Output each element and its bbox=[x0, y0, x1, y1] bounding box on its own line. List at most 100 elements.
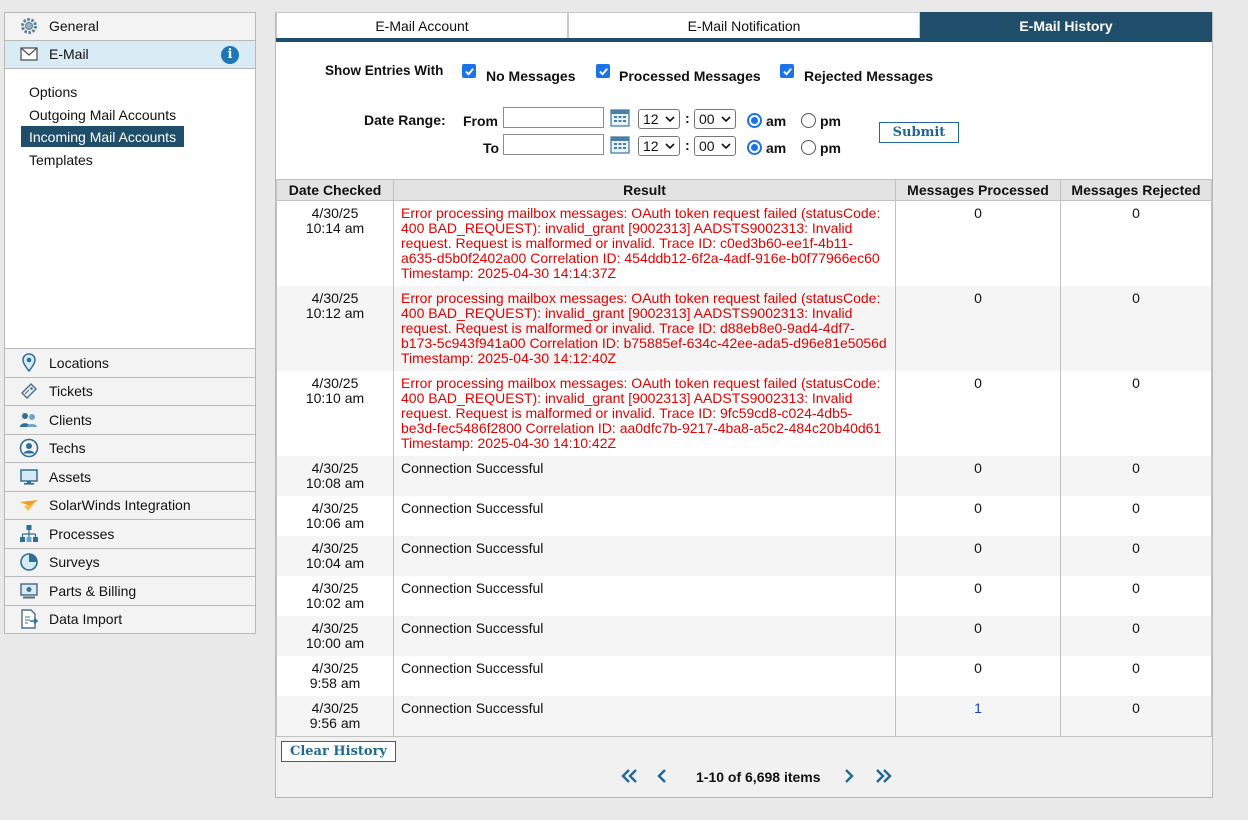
clear-history-button[interactable]: Clear History bbox=[281, 741, 396, 762]
tab-email-notification[interactable]: E-Mail Notification bbox=[568, 12, 920, 38]
show-entries-label: Show Entries With bbox=[325, 63, 444, 78]
messages-processed-value: 0 bbox=[974, 289, 982, 306]
messages-processed-value: 0 bbox=[974, 374, 982, 391]
time-value: 10:06 am bbox=[305, 514, 365, 531]
clients-icon bbox=[19, 410, 39, 430]
sidebar-item-surveys[interactable]: Surveys bbox=[4, 548, 256, 577]
sidebar-item-tickets[interactable]: Tickets bbox=[4, 377, 256, 406]
last-page-icon[interactable] bbox=[875, 768, 893, 784]
tab-email-history[interactable]: E-Mail History bbox=[920, 12, 1212, 38]
sidebar-item-label: Processes bbox=[49, 525, 115, 542]
submit-button[interactable]: Submit bbox=[879, 122, 959, 143]
messages-processed-value: 0 bbox=[974, 659, 982, 676]
to-hour-value: 12 bbox=[643, 138, 659, 154]
sidebar-item-data-import[interactable]: Data Import bbox=[4, 605, 256, 634]
processed-messages-checkbox[interactable] bbox=[596, 64, 610, 78]
to-date-input[interactable] bbox=[503, 134, 604, 155]
submenu-outgoing-mail-accounts[interactable]: Outgoing Mail Accounts bbox=[21, 104, 184, 125]
sidebar-item-solarwinds-integration[interactable]: SolarWinds Integration bbox=[4, 491, 256, 520]
from-date-input[interactable] bbox=[503, 107, 604, 128]
to-minute-value: 00 bbox=[699, 138, 715, 154]
sidebar-item-label: Locations bbox=[49, 354, 109, 371]
info-icon[interactable]: i bbox=[221, 45, 239, 64]
messages-rejected-cell: 0 bbox=[1060, 535, 1212, 576]
from-label: From bbox=[463, 113, 498, 129]
submenu-incoming-mail-accounts[interactable]: Incoming Mail Accounts bbox=[21, 126, 185, 147]
first-page-icon[interactable] bbox=[620, 768, 638, 784]
date-checked-cell: 4/30/25 10:08 am bbox=[276, 455, 394, 496]
column-header-date-checked[interactable]: Date Checked bbox=[276, 179, 394, 201]
from-pm-radio[interactable] bbox=[801, 113, 816, 128]
calendar-icon[interactable] bbox=[610, 134, 630, 154]
result-cell: Connection Successful bbox=[393, 695, 896, 736]
chevron-down-icon bbox=[721, 143, 731, 150]
no-messages-checkbox[interactable] bbox=[462, 64, 476, 78]
calendar-icon[interactable] bbox=[610, 107, 630, 127]
from-am-radio[interactable] bbox=[747, 113, 762, 128]
to-hour-select[interactable]: 12 bbox=[638, 136, 680, 156]
to-am-label: am bbox=[766, 140, 787, 156]
sidebar-item-general[interactable]: General bbox=[4, 12, 256, 41]
to-am-radio[interactable] bbox=[747, 140, 762, 155]
table-row: 4/30/25 10:06 am Connection Successful 0 0 bbox=[276, 495, 1212, 536]
gear-icon bbox=[19, 16, 39, 36]
messages-processed-cell: 0 bbox=[895, 285, 1061, 371]
solarwinds-icon bbox=[19, 495, 39, 515]
to-pm-label: pm bbox=[820, 140, 841, 156]
messages-processed-value[interactable]: 1 bbox=[974, 700, 982, 716]
result-cell: Connection Successful bbox=[393, 535, 896, 576]
sidebar-item-email[interactable]: E-Mail i bbox=[4, 40, 256, 69]
sidebar-item-techs[interactable]: Techs bbox=[4, 434, 256, 463]
location-pin-icon bbox=[19, 352, 39, 373]
from-hour-select[interactable]: 12 bbox=[638, 109, 680, 129]
processes-icon bbox=[19, 524, 39, 544]
envelope-icon bbox=[19, 44, 39, 64]
sidebar-item-locations[interactable]: Locations bbox=[4, 349, 256, 378]
billing-icon bbox=[19, 581, 39, 601]
messages-rejected-cell: 0 bbox=[1060, 695, 1212, 736]
table-row: 4/30/25 9:58 am Connection Successful 0 0 bbox=[276, 655, 1212, 696]
tab-email-account[interactable]: E-Mail Account bbox=[276, 12, 568, 38]
import-icon bbox=[19, 609, 39, 629]
result-cell: Connection Successful bbox=[393, 575, 896, 616]
column-header-messages-rejected[interactable]: Messages Rejected bbox=[1060, 179, 1212, 201]
no-messages-label: No Messages bbox=[486, 68, 576, 84]
previous-page-icon[interactable] bbox=[656, 768, 668, 784]
sidebar-item-label: Surveys bbox=[49, 554, 100, 571]
email-history-panel: E-Mail Account E-Mail Notification E-Mai… bbox=[275, 12, 1213, 798]
sidebar-item-processes[interactable]: Processes bbox=[4, 520, 256, 549]
sidebar-item-label: Data Import bbox=[49, 611, 123, 628]
date-checked-cell: 4/30/25 10:12 am bbox=[276, 285, 394, 371]
to-pm-radio[interactable] bbox=[801, 140, 816, 155]
rejected-messages-checkbox[interactable] bbox=[780, 64, 794, 78]
date-checked-cell: 4/30/25 10:04 am bbox=[276, 535, 394, 576]
result-cell: Connection Successful bbox=[393, 455, 896, 496]
messages-rejected-cell: 0 bbox=[1060, 455, 1212, 496]
messages-processed-cell: 0 bbox=[895, 455, 1061, 496]
sidebar-item-label: Assets bbox=[49, 468, 92, 485]
sidebar-item-clients[interactable]: Clients bbox=[4, 406, 256, 435]
sidebar-item-assets[interactable]: Assets bbox=[4, 463, 256, 492]
submenu-templates[interactable]: Templates bbox=[21, 149, 101, 170]
from-minute-select[interactable]: 00 bbox=[694, 109, 736, 129]
table-row: 4/30/25 10:12 am Error processing mailbox … bbox=[276, 285, 1212, 371]
tech-icon bbox=[19, 438, 39, 458]
sidebar-item-parts-billing[interactable]: Parts & Billing bbox=[4, 577, 256, 606]
settings-sidebar: General E-Mail i Options Outgoing Mail A… bbox=[4, 12, 256, 634]
messages-processed-value: 0 bbox=[974, 459, 982, 476]
messages-processed-cell: 0 bbox=[895, 370, 1061, 456]
result-cell: Connection Successful bbox=[393, 495, 896, 536]
column-header-result[interactable]: Result bbox=[393, 179, 896, 201]
to-minute-select[interactable]: 00 bbox=[694, 136, 736, 156]
messages-processed-value: 0 bbox=[974, 619, 982, 636]
messages-processed-value: 0 bbox=[974, 579, 982, 596]
messages-rejected-cell: 0 bbox=[1060, 285, 1212, 371]
date-value: 4/30/25 bbox=[311, 619, 359, 636]
messages-processed-cell: 0 bbox=[895, 495, 1061, 536]
messages-processed-cell: 0 bbox=[895, 200, 1061, 286]
column-header-messages-processed[interactable]: Messages Processed bbox=[895, 179, 1061, 201]
next-page-icon[interactable] bbox=[843, 768, 855, 784]
messages-rejected-cell: 0 bbox=[1060, 575, 1212, 616]
submenu-options[interactable]: Options bbox=[21, 81, 85, 102]
history-table-body: 4/30/25 10:14 am Error processing mailbox … bbox=[276, 200, 1212, 736]
